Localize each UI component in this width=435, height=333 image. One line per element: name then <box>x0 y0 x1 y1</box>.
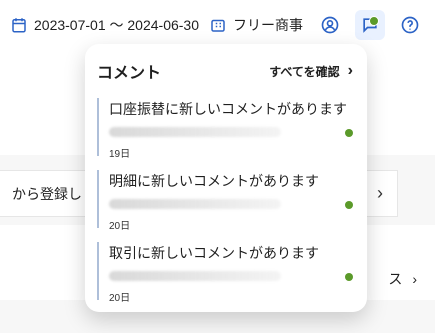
unread-dot <box>345 273 353 281</box>
notification-date: 20日 <box>109 221 131 232</box>
fiscal-period-selector[interactable]: 2023-07-01 ～ 2024-06-30 <box>10 15 199 35</box>
comment-notification[interactable]: 取引に新しいコメントがあります 20日 <box>97 242 355 304</box>
notification-date: 19日 <box>109 149 131 160</box>
account-button[interactable] <box>315 10 345 40</box>
background-line-item-text: ス <box>388 271 403 287</box>
company-selector[interactable]: フリー商事 <box>209 15 303 35</box>
user-circle-icon <box>321 16 339 34</box>
comment-notification[interactable]: 口座振替に新しいコメントがあります 19日 <box>97 98 355 160</box>
notification-preview <box>109 127 281 137</box>
calendar-icon <box>12 18 26 33</box>
building-icon <box>211 19 225 32</box>
unread-indicator <box>369 16 379 26</box>
comments-popover-header: コメント すべてを確認 › <box>85 44 367 98</box>
notification-preview <box>109 199 281 209</box>
company-name: フリー商事 <box>233 17 304 33</box>
unread-dot <box>345 129 353 137</box>
notification-preview <box>109 271 281 281</box>
chevron-right-icon: › <box>377 183 383 203</box>
view-all-label: すべてを確認 <box>269 64 340 79</box>
comments-list: 口座振替に新しいコメントがあります 19日 明細に新しいコメントがあります 20… <box>85 98 367 310</box>
notification-title: 取引に新しいコメントがあります <box>109 245 319 261</box>
notification-title: 口座振替に新しいコメントがあります <box>109 101 347 117</box>
comments-title: コメント <box>97 65 162 82</box>
notification-date: 20日 <box>109 293 131 304</box>
comment-notification[interactable]: 明細に新しいコメントがあります 20日 <box>97 170 355 232</box>
notification-title: 明細に新しいコメントがあります <box>109 173 319 189</box>
chevron-right-icon: › <box>347 62 353 79</box>
topbar-actions <box>315 10 435 40</box>
help-icon <box>401 16 419 34</box>
top-bar: 2023-07-01 ～ 2024-06-30 フリー商事 <box>0 0 435 50</box>
background-line-item-suffix: ス › <box>388 269 417 289</box>
help-button[interactable] <box>395 10 425 40</box>
chevron-right-icon: › <box>412 271 417 287</box>
fiscal-period-text: 2023-07-01 ～ 2024-06-30 <box>34 17 200 33</box>
comments-popover: コメント すべてを確認 › 口座振替に新しいコメントがあります 19日 明細に新… <box>85 44 367 312</box>
view-all-comments-link[interactable]: すべてを確認 › <box>269 62 353 80</box>
comments-button[interactable] <box>355 10 385 40</box>
unread-dot <box>345 201 353 209</box>
register-card-text: から登録し <box>12 185 82 202</box>
